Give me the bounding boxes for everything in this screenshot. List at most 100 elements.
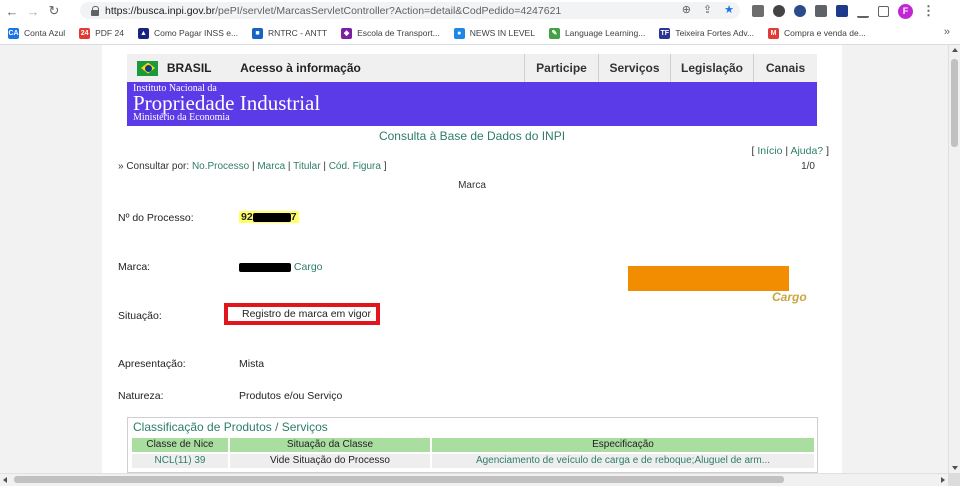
situacao-value: Registro de marca em vigor — [224, 303, 380, 325]
brazil-flag-icon[interactable] — [137, 60, 158, 76]
header-classe: Classe de Nice — [132, 438, 228, 452]
page-count: 1/0 — [801, 161, 815, 172]
bookmark-label: Como Pagar INSS e... — [153, 28, 239, 38]
consultar-processo-link[interactable]: No.Processo — [192, 161, 249, 172]
bookmark-favicon-icon: TF — [659, 27, 671, 39]
extension-icon[interactable] — [773, 5, 785, 17]
classification-table: Classificação de Produtos / Serviços Cla… — [127, 417, 818, 473]
bookmarks-bar: CA Conta Azul 24 PDF 24 ▲ Como Pagar INSS e..… — [0, 22, 960, 45]
bookmark-item[interactable]: ◆ Escola de Transport... — [341, 27, 440, 39]
menu-icon[interactable]: ⋮ — [922, 3, 935, 19]
row-especificacao[interactable]: Agenciamento de veículo de carga e de re… — [432, 454, 814, 468]
redaction-bar — [239, 262, 291, 272]
bookmark-favicon-icon: ◆ — [341, 27, 353, 39]
redaction-bar — [252, 212, 291, 222]
situacao-label: Situação: — [118, 310, 162, 322]
profile-avatar[interactable]: F — [898, 3, 913, 19]
marca-link[interactable]: Cargo — [294, 261, 323, 273]
top-links: [ Início | Ajuda? ] — [751, 145, 829, 157]
bookmark-label: Teixeira Fortes Adv... — [675, 28, 755, 38]
gov-menu-participe[interactable]: Participe — [524, 54, 598, 82]
bookmark-favicon-icon: ● — [453, 27, 465, 39]
classification-title: Classificação de Produtos / Serviços — [133, 420, 328, 434]
bookmark-favicon-icon: ■ — [252, 27, 264, 39]
zoom-icon[interactable]: ⊕ — [682, 3, 691, 16]
scroll-down-icon[interactable] — [952, 466, 958, 470]
bookmark-label: PDF 24 — [95, 28, 124, 38]
bookmark-label: Language Learning... — [564, 28, 646, 38]
reload-icon[interactable]: ↻ — [45, 2, 63, 20]
browser-toolbar: ← → ↻ https://busca.inpi.gov.br/pePI/ser… — [0, 0, 960, 22]
scroll-left-icon[interactable] — [3, 477, 7, 483]
marca-label: Marca: — [118, 261, 151, 273]
puzzle-extensions-icon[interactable] — [815, 5, 827, 17]
bookmark-item[interactable]: 24 PDF 24 — [79, 27, 124, 39]
natureza-label: Natureza: — [118, 390, 164, 402]
gov-bar: BRASIL Acesso à informação Participe Ser… — [127, 54, 817, 82]
brand-logo-text: Cargo — [772, 290, 807, 304]
bookmark-item[interactable]: ▲ Como Pagar INSS e... — [137, 27, 239, 39]
bookmark-favicon-icon: M — [768, 27, 780, 39]
gov-brasil-link[interactable]: BRASIL — [167, 61, 214, 75]
bookmark-label: Compra e venda de... — [784, 28, 866, 38]
scroll-up-icon[interactable] — [952, 48, 958, 52]
page-viewport: BRASIL Acesso à informação Participe Ser… — [0, 45, 948, 473]
row-situacao: Vide Situação do Processo — [230, 454, 430, 468]
bookmark-favicon-icon: ✎ — [548, 27, 560, 39]
inpi-banner[interactable]: Instituto Nacional da Propriedade Indust… — [127, 82, 817, 126]
bookmark-favicon-icon: CA — [8, 27, 19, 39]
row-classe[interactable]: NCL(11) 39 — [132, 454, 228, 468]
processo-label: Nº do Processo: — [118, 212, 194, 224]
side-panel-icon[interactable] — [878, 5, 889, 17]
address-bar[interactable]: https://busca.inpi.gov.br/pePI/servlet/M… — [80, 2, 740, 19]
bookmark-item[interactable]: CA Conta Azul — [8, 27, 66, 39]
bookmark-item[interactable]: M Compra e venda de... — [768, 27, 866, 39]
gov-access-link[interactable]: Acesso à informação — [240, 61, 524, 75]
extension-icon[interactable] — [794, 5, 806, 17]
vertical-scrollbar[interactable] — [948, 45, 960, 473]
scroll-thumb[interactable] — [14, 476, 784, 483]
header-situacao: Situação da Classe — [230, 438, 430, 452]
apresentacao-value: Mista — [239, 358, 265, 370]
bookmark-item[interactable]: ● NEWS IN LEVEL — [453, 27, 535, 39]
page-content: BRASIL Acesso à informação Participe Ser… — [102, 45, 842, 473]
bookmark-label: Conta Azul — [24, 28, 66, 38]
gov-menu-servicos[interactable]: Serviços — [598, 54, 670, 82]
header-especificacao: Especificação — [432, 438, 814, 452]
url-text[interactable]: https://busca.inpi.gov.br/pePI/servlet/M… — [105, 5, 561, 17]
consultar-marca-link[interactable]: Marca — [257, 161, 285, 172]
consultar-figura-link[interactable]: Cód. Figura — [329, 161, 381, 172]
bookmarks-overflow-icon[interactable]: » — [944, 26, 950, 38]
bookmark-star-icon[interactable]: ★ — [724, 3, 734, 16]
bookmark-favicon-icon: 24 — [79, 27, 91, 39]
extension-icon[interactable] — [836, 5, 848, 17]
processo-value: 92 7 — [239, 211, 299, 223]
bookmark-item[interactable]: ✎ Language Learning... — [548, 27, 646, 39]
bookmark-item[interactable]: ■ RNTRC - ANTT — [252, 27, 328, 39]
inicio-link[interactable]: Início — [757, 145, 782, 157]
section-label: Marca — [458, 180, 486, 191]
scroll-right-icon[interactable] — [941, 477, 945, 483]
back-icon[interactable]: ← — [3, 2, 21, 20]
consultar-titular-link[interactable]: Titular — [293, 161, 320, 172]
forward-icon[interactable]: → — [24, 2, 42, 20]
share-icon[interactable]: ⇪ — [703, 3, 712, 16]
brand-logo-image — [628, 266, 789, 291]
scrollbar-corner — [948, 473, 960, 486]
lock-icon[interactable] — [90, 5, 100, 16]
page-subtitle: Consulta à Base de Dados do INPI — [378, 129, 566, 143]
gov-menu-canais[interactable]: Canais — [753, 54, 817, 82]
download-icon[interactable] — [857, 4, 869, 18]
bookmark-label: Escola de Transport... — [357, 28, 440, 38]
marca-value: Cargo — [239, 261, 323, 273]
gov-menu-legislacao[interactable]: Legislação — [670, 54, 753, 82]
ajuda-link[interactable]: Ajuda? — [790, 145, 823, 157]
camera-extension-icon[interactable] — [752, 5, 764, 17]
bookmark-favicon-icon: ▲ — [137, 27, 149, 39]
consultar-por-bar: » Consultar por: No.Processo | Marca | T… — [118, 161, 387, 172]
scroll-thumb[interactable] — [951, 59, 958, 147]
bookmark-label: RNTRC - ANTT — [268, 28, 328, 38]
banner-line3: Ministério da Economia — [133, 112, 230, 123]
bookmark-item[interactable]: TF Teixeira Fortes Adv... — [659, 27, 755, 39]
horizontal-scrollbar[interactable] — [0, 473, 948, 486]
